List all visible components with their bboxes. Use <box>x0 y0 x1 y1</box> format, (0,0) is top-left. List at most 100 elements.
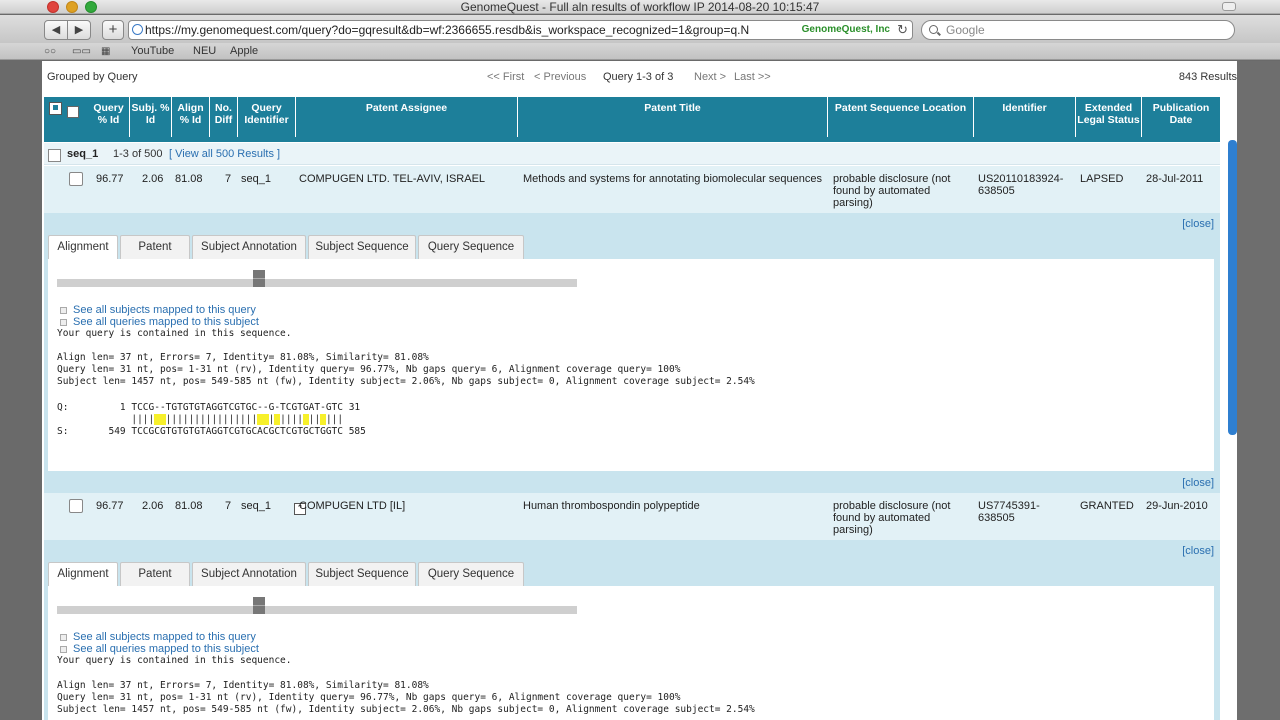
search-input[interactable]: Google <box>921 20 1235 40</box>
minimize-window-button[interactable] <box>66 1 78 13</box>
tab-alignment[interactable]: Alignment <box>48 235 118 261</box>
previous-page-link[interactable]: < Previous <box>534 71 586 83</box>
add-bookmark-button[interactable]: + <box>102 20 124 40</box>
cell-patent-title[interactable]: Human thrombospondin polypeptide <box>523 500 823 512</box>
tab-subject-sequence[interactable]: Subject Sequence <box>308 235 416 259</box>
align-len-line: Align len= 37 nt, Errors= 7, Identity= 8… <box>57 352 429 363</box>
col-legal-status[interactable]: Extended Legal Status <box>1076 97 1142 137</box>
top-sites-grid-icon[interactable]: ▦ <box>101 46 110 57</box>
cell-sequence-location: probable disclosure (not found by automa… <box>833 500 951 536</box>
close-detail-link[interactable]: [close] <box>1182 218 1214 230</box>
back-button[interactable]: ◀ <box>44 20 68 40</box>
alignment-match-line: |||| |||||||||||||||| | |||| || ||| <box>57 414 344 425</box>
alignment-subject-line: S: 549 TCCGCGTGTGTGTAGGTCGTGCACGCTCGTGCT… <box>57 426 366 437</box>
bookmark-apple[interactable]: Apple <box>230 43 258 59</box>
tab-patent[interactable]: Patent <box>120 562 190 586</box>
col-align-id[interactable]: Align % Id <box>172 97 210 137</box>
table-row[interactable]: 96.77 2.06 81.08 7 seq_1 ⌃ COMPUGEN LTD … <box>44 493 1220 540</box>
page-scrollbar-thumb[interactable] <box>1228 140 1237 435</box>
next-page-link[interactable]: Next > <box>694 71 726 83</box>
select-all-menu-checkbox[interactable] <box>49 102 62 115</box>
tab-query-sequence[interactable]: Query Sequence <box>418 562 524 586</box>
bookmark-neu[interactable]: NEU <box>193 43 216 59</box>
slider-handle[interactable] <box>253 270 265 287</box>
zoom-window-button[interactable] <box>85 1 97 13</box>
view-all-results-link[interactable]: [ View all 500 Results ] <box>169 148 280 160</box>
last-page-link[interactable]: Last >> <box>734 71 771 83</box>
see-queries-link[interactable]: See all queries mapped to this subject <box>60 643 259 655</box>
select-all-checkbox[interactable] <box>67 106 79 118</box>
see-queries-link[interactable]: See all queries mapped to this subject <box>60 316 259 328</box>
first-page-link[interactable]: << First <box>487 71 524 83</box>
col-query-id[interactable]: Query % Id <box>88 97 130 137</box>
cell-publication-date: 28-Jul-2011 <box>1146 173 1204 185</box>
cell-identifier[interactable]: US20110183924-638505 <box>978 173 1074 197</box>
row-checkbox[interactable] <box>69 499 83 513</box>
close-window-button[interactable] <box>47 1 59 13</box>
grouped-by-label: Grouped by Query <box>47 71 138 83</box>
row-checkbox[interactable] <box>69 172 83 186</box>
reload-icon[interactable]: ↻ <box>897 21 908 39</box>
see-subjects-label[interactable]: See all subjects mapped to this query <box>73 631 256 643</box>
certificate-label[interactable]: GenomeQuest, Inc <box>797 21 890 39</box>
cell-assignee: COMPUGEN LTD. TEL-AVIV, ISRAEL <box>299 173 486 185</box>
cell-no-diff: 7 <box>225 173 232 185</box>
table-row[interactable]: 96.77 2.06 81.08 7 seq_1 COMPUGEN LTD. T… <box>44 166 1220 213</box>
detail-panel: [close] Alignment Patent Subject Annotat… <box>44 540 1220 720</box>
see-subjects-link[interactable]: See all subjects mapped to this query <box>60 304 256 316</box>
results-table-header: Query % Id Subj. % Id Align % Id No. Dif… <box>44 97 1220 142</box>
cell-query-identifier: seq_1 <box>241 500 271 512</box>
group-checkbox[interactable] <box>48 149 61 162</box>
cell-query-id: 96.77 <box>96 173 124 185</box>
reading-list-icon[interactable]: ○○ <box>44 46 56 57</box>
col-sequence-location[interactable]: Patent Sequence Location <box>828 97 974 137</box>
results-page: Grouped by Query << First < Previous Que… <box>42 61 1237 720</box>
site-icon <box>132 24 143 35</box>
col-subj-id[interactable]: Subj. % Id <box>130 97 172 137</box>
col-patent-title[interactable]: Patent Title <box>518 97 828 137</box>
cell-legal-status: GRANTED <box>1080 500 1134 512</box>
tab-subject-sequence[interactable]: Subject Sequence <box>308 562 416 586</box>
query-group-row: seq_1 1-3 of 500 [ View all 500 Results … <box>44 143 1220 165</box>
back-arrow-icon: ◀ <box>51 24 61 36</box>
slider-handle[interactable] <box>253 597 265 614</box>
page-scrollbar-gutter <box>1237 61 1280 720</box>
bookmarks-bar: ○○ ▭▭ ▦ YouTube NEU Apple <box>0 43 1280 60</box>
see-queries-label[interactable]: See all queries mapped to this subject <box>73 316 259 328</box>
link-bullet-icon <box>60 633 67 641</box>
window-title: GenomeQuest - Full aln results of workfl… <box>460 0 820 14</box>
col-patent-assignee[interactable]: Patent Assignee <box>296 97 518 137</box>
see-queries-label[interactable]: See all queries mapped to this subject <box>73 643 259 655</box>
bookmarks-book-icon[interactable]: ▭▭ <box>72 46 91 57</box>
contained-note: Your query is contained in this sequence… <box>57 655 292 666</box>
close-detail-link[interactable]: [close] <box>1182 545 1214 557</box>
tab-query-sequence[interactable]: Query Sequence <box>418 235 524 259</box>
tab-subject-annotation[interactable]: Subject Annotation <box>192 235 306 259</box>
tab-alignment[interactable]: Alignment <box>48 562 118 588</box>
toolbar-toggle-button[interactable] <box>1222 2 1236 11</box>
cell-identifier[interactable]: US7745391-638505 <box>978 500 1074 524</box>
col-no-diff[interactable]: No. Diff <box>210 97 238 137</box>
cell-patent-title[interactable]: Methods and systems for annotating biomo… <box>523 173 823 185</box>
page-indicator: Query 1-3 of 3 <box>603 71 674 83</box>
cell-legal-status: LAPSED <box>1080 173 1124 185</box>
tab-subject-annotation[interactable]: Subject Annotation <box>192 562 306 586</box>
link-bullet-icon <box>60 318 67 326</box>
address-bar[interactable]: https://my.genomequest.com/query?do=gqre… <box>128 20 913 40</box>
alignment-panel: See all subjects mapped to this query Se… <box>48 259 1214 471</box>
tab-patent[interactable]: Patent <box>120 235 190 259</box>
query-len-line: Query len= 31 nt, pos= 1-31 nt (rv), Ide… <box>57 692 681 703</box>
forward-button[interactable]: ▶ <box>67 20 91 40</box>
col-identifier[interactable]: Identifier <box>974 97 1076 137</box>
cell-sequence-location: probable disclosure (not found by automa… <box>833 173 951 209</box>
bookmark-youtube[interactable]: YouTube <box>131 43 174 59</box>
see-subjects-label[interactable]: See all subjects mapped to this query <box>73 304 256 316</box>
alignment-position-slider[interactable] <box>57 597 577 614</box>
col-publication-date[interactable]: Publication Date <box>1142 97 1220 137</box>
subject-len-line: Subject len= 1457 nt, pos= 549-585 nt (f… <box>57 704 755 715</box>
col-query-identifier[interactable]: Query Identifier <box>238 97 296 137</box>
cell-assignee: COMPUGEN LTD [IL] <box>299 500 406 512</box>
see-subjects-link[interactable]: See all subjects mapped to this query <box>60 631 256 643</box>
close-detail-link-bottom[interactable]: [close] <box>1182 477 1214 489</box>
alignment-position-slider[interactable] <box>57 270 577 287</box>
